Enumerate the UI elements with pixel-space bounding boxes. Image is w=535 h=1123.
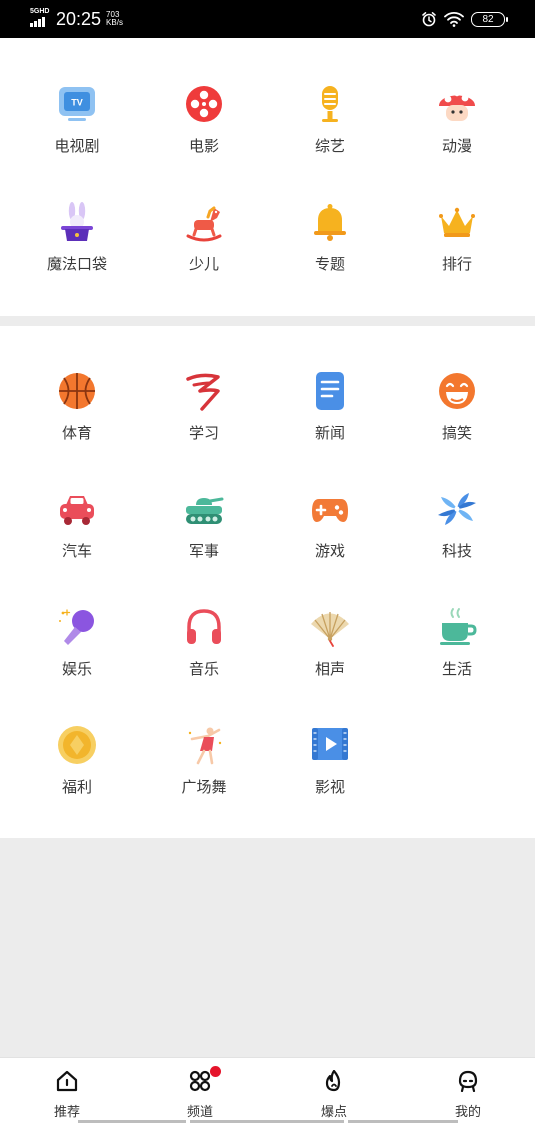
category-label: 娱乐 (61, 661, 92, 678)
tab-channels[interactable]: 频道 (140, 1058, 260, 1123)
top-category-panel: TV 电视剧 电影 综艺 动漫 魔法口袋 少儿 专题 排行 (0, 38, 535, 316)
bottom-tab-bar: 推荐 频道 爆点 我的 (0, 1057, 535, 1123)
video-play-icon (312, 728, 348, 760)
tab-hot[interactable]: 爆点 (274, 1058, 394, 1123)
category-label: 综艺 (314, 138, 345, 155)
category-film-tv[interactable]: 影视 (270, 725, 390, 825)
status-right: 82 (421, 9, 508, 29)
status-left: 5GHD 20:25 703 KB/s (30, 8, 123, 30)
karaoke-mic-icon (59, 609, 94, 645)
category-label: 科技 (441, 543, 472, 560)
car-icon (60, 496, 94, 525)
category-label: 少儿 (188, 256, 219, 273)
gold-coin-icon (58, 726, 96, 764)
category-funny[interactable]: 搞笑 (397, 371, 517, 471)
headphones-icon (187, 609, 221, 644)
rocking-horse-icon (186, 206, 222, 242)
category-tv-series[interactable]: TV 电视剧 (17, 84, 137, 184)
category-label: 汽车 (61, 543, 92, 560)
category-anime[interactable]: 动漫 (397, 84, 517, 184)
profile-icon (458, 1070, 478, 1092)
magic-hat-icon (61, 202, 93, 241)
category-military[interactable]: 军事 (144, 489, 264, 589)
tab-recommend[interactable]: 推荐 (7, 1058, 127, 1123)
network-type: 5GHD (30, 8, 50, 15)
dancer-icon (188, 727, 222, 765)
tea-cup-icon (440, 608, 477, 645)
category-topics[interactable]: 专题 (270, 202, 390, 302)
category-label: 生活 (441, 661, 472, 678)
status-time: 20:25 (56, 9, 102, 29)
mushroom-icon (439, 91, 475, 121)
tab-label: 我的 (454, 1104, 481, 1119)
tab-label: 频道 (186, 1104, 213, 1119)
svg-text:TV: TV (71, 98, 83, 108)
pinwheel-icon (438, 493, 476, 525)
category-study[interactable]: 学习 (144, 371, 264, 471)
category-crosstalk[interactable]: 相声 (270, 607, 390, 707)
tank-icon (186, 497, 224, 524)
main-category-panel: 体育 学习 新闻 搞笑 汽车 军事 游戏 科技 娱乐 音乐 相声 生活 福利 广… (0, 326, 535, 838)
film-reel-icon (186, 86, 222, 122)
basketball-icon (59, 373, 95, 409)
bell-icon (314, 204, 346, 241)
category-label: 福利 (61, 779, 92, 796)
category-label: 广场舞 (181, 779, 227, 796)
category-label: 电视剧 (54, 138, 100, 155)
category-label: 音乐 (188, 661, 219, 678)
signal-icon: 5GHD (30, 8, 50, 29)
tab-label: 爆点 (320, 1104, 347, 1119)
category-life[interactable]: 生活 (397, 607, 517, 707)
category-label: 体育 (61, 425, 92, 442)
category-games[interactable]: 游戏 (270, 489, 390, 589)
category-label: 排行 (441, 256, 472, 273)
category-label: 相声 (314, 661, 345, 678)
flame-icon (325, 1070, 341, 1092)
category-label: 新闻 (314, 425, 345, 442)
category-label: 搞笑 (441, 425, 472, 442)
category-label: 游戏 (314, 543, 345, 560)
category-label: 影视 (314, 779, 345, 796)
category-label: 动漫 (441, 138, 472, 155)
home-icon (56, 1070, 78, 1092)
category-label: 军事 (188, 543, 219, 560)
status-bar: 5GHD 20:25 703 KB/s 82 (0, 0, 535, 38)
category-movie[interactable]: 电影 (144, 84, 264, 184)
gamepad-icon (312, 499, 348, 522)
battery-icon: 82 (471, 11, 508, 27)
wifi-icon (444, 12, 464, 27)
category-kids[interactable]: 少儿 (144, 202, 264, 302)
tab-label: 推荐 (53, 1104, 80, 1119)
category-label: 专题 (314, 256, 345, 273)
category-music[interactable]: 音乐 (144, 607, 264, 707)
battery-level: 82 (482, 13, 494, 25)
tv-icon: TV (59, 87, 95, 121)
category-welfare[interactable]: 福利 (17, 725, 137, 825)
crown-icon (439, 207, 475, 237)
category-news[interactable]: 新闻 (270, 371, 390, 471)
category-magic-pocket[interactable]: 魔法口袋 (17, 202, 137, 302)
study-icon (186, 373, 220, 411)
channels-icon (189, 1070, 211, 1092)
notification-badge (210, 1066, 221, 1077)
category-cars[interactable]: 汽车 (17, 489, 137, 589)
category-label: 电影 (188, 138, 219, 155)
document-icon (316, 372, 344, 410)
category-variety[interactable]: 综艺 (270, 84, 390, 184)
category-tech[interactable]: 科技 (397, 489, 517, 589)
speed-unit: KB/s (106, 18, 123, 27)
category-ranking[interactable]: 排行 (397, 202, 517, 302)
category-label: 魔法口袋 (46, 256, 107, 273)
tab-mine[interactable]: 我的 (408, 1058, 528, 1123)
category-label: 学习 (188, 425, 219, 442)
category-entertainment[interactable]: 娱乐 (17, 607, 137, 707)
category-sports[interactable]: 体育 (17, 371, 137, 471)
network-speed: 703 KB/s (106, 11, 123, 27)
alarm-icon (422, 12, 436, 27)
microphone-icon (322, 86, 338, 122)
folding-fan-icon (311, 612, 349, 647)
category-square-dance[interactable]: 广场舞 (144, 725, 264, 825)
laughing-face-icon (439, 373, 475, 409)
